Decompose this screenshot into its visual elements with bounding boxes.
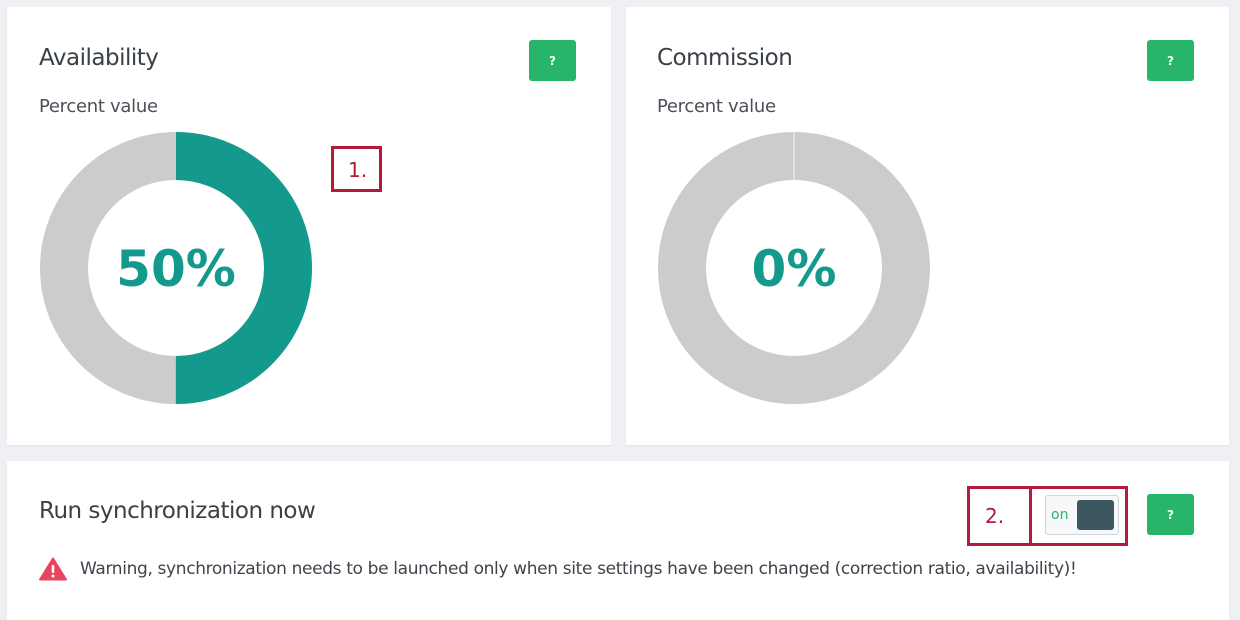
sync-toggle-on-label: on: [1051, 507, 1069, 523]
commission-subtitle: Percent value: [657, 96, 776, 117]
availability-donut-chart: 50%: [40, 132, 312, 404]
sync-warning-text: Warning, synchronization needs to be lau…: [80, 559, 1077, 579]
warning-triangle-icon: [39, 557, 67, 581]
commission-percent-label: 0%: [752, 240, 837, 298]
commission-panel: Commission Percent value ? 0%: [626, 7, 1229, 445]
availability-title: Availability: [39, 45, 159, 71]
sync-toggle-knob[interactable]: [1077, 500, 1114, 530]
sync-toggle[interactable]: on: [1045, 495, 1119, 535]
sync-warning: Warning, synchronization needs to be lau…: [39, 557, 1077, 581]
sync-help-button[interactable]: ?: [1147, 494, 1194, 535]
availability-subtitle: Percent value: [39, 96, 158, 117]
annotation-marker-1-label: 1.: [348, 158, 368, 182]
commission-help-button[interactable]: ?: [1147, 40, 1194, 81]
availability-help-button[interactable]: ?: [529, 40, 576, 81]
commission-donut-chart: 0%: [658, 132, 930, 404]
sync-title: Run synchronization now: [39, 498, 316, 524]
availability-panel: Availability Percent value ? 50% 1.: [7, 7, 611, 445]
sync-panel: Run synchronization now Warning, synchro…: [7, 461, 1229, 620]
annotation-marker-1: 1.: [331, 146, 382, 192]
annotation-marker-2-divider: [1029, 489, 1032, 543]
availability-percent-label: 50%: [116, 240, 236, 298]
commission-title: Commission: [657, 45, 793, 71]
annotation-marker-2-label: 2.: [985, 504, 1005, 528]
